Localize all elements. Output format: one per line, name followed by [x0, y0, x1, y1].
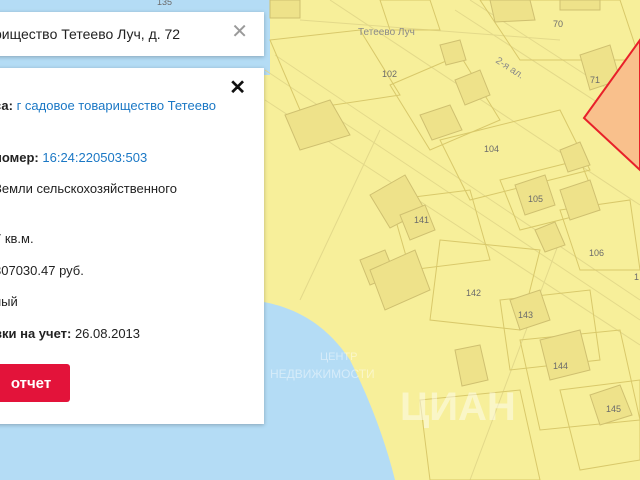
parcel-number: 143 [518, 310, 533, 320]
search-address-text[interactable]: риществo Тетеево Луч, д. 72 [0, 26, 180, 42]
status-value: ный [0, 294, 18, 309]
parcel-number: 142 [466, 288, 481, 298]
parcel-number: 145 [606, 404, 621, 414]
parcel-number: 102 [382, 69, 397, 79]
parcel-number: 104 [484, 144, 499, 154]
address-label: са: [0, 98, 13, 113]
report-button[interactable]: отчет [0, 364, 70, 402]
svg-text:ЦИАН: ЦИАН [400, 385, 516, 429]
cadastral-cost: 307030.47 руб. [0, 263, 84, 278]
close-icon[interactable]: ✕ [231, 22, 248, 42]
search-address-card: риществo Тетеево Луч, д. 72 ✕ [0, 12, 264, 56]
parcel-number: 1 [634, 272, 639, 282]
parcel-number: 105 [528, 194, 543, 204]
registration-row: вки на учет: 26.08.2013 [0, 326, 140, 341]
cadastral-number-label: номер: [0, 150, 39, 165]
parcel-number: 135 [157, 0, 172, 7]
land-category: Земли сельскохозяйственного [0, 181, 177, 196]
area-value: 7 кв.м. [0, 231, 34, 246]
registration-date: 26.08.2013 [74, 326, 141, 341]
parcel-number: 106 [589, 248, 604, 258]
parcel-number: 70 [553, 19, 563, 29]
parcel-number: 144 [553, 361, 568, 371]
parcel-number: 71 [590, 75, 600, 85]
cadastral-number-link[interactable]: 16:24:220503:503 [42, 150, 147, 165]
street-label: Тетеево Луч [358, 27, 415, 38]
close-icon[interactable]: ✕ [229, 78, 246, 98]
address-link[interactable]: г садовое товарищество Тетеево [17, 98, 216, 113]
address-row: са: г садовое товарищество Тетеево [0, 98, 216, 113]
svg-text:НЕДВИЖИМОСТИ: НЕДВИЖИМОСТИ [270, 367, 375, 381]
parcel-info-card: ✕ са: г садовое товарищество Тетеево ном… [0, 68, 264, 424]
registration-label: вки на учет: [0, 326, 72, 341]
parcel-number: 141 [414, 215, 429, 225]
report-button-label: отчет [10, 374, 52, 392]
svg-text:ЦЕНТР: ЦЕНТР [320, 351, 357, 363]
cadastral-number-row: номер: 16:24:220503:503 [0, 150, 147, 165]
